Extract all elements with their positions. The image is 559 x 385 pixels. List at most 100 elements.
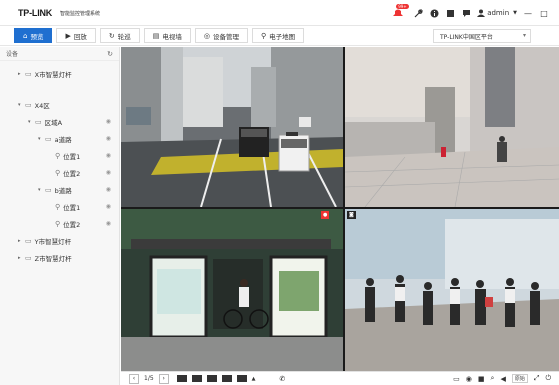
video-toolbar: ‹ 1/5 › ▲ ✆ ▭ ◉ ■ ⌕ ◀ 原始 ⤢ ⏻ [121,371,559,385]
tree-node[interactable]: ▸ ▭ Z市智慧灯杆 [0,249,119,266]
nav-tab-2[interactable]: ↻ 轮巡 [99,28,140,43]
info-icon[interactable] [429,8,439,18]
video-cell-4[interactable] [345,209,559,371]
layout-4-icon[interactable] [191,375,202,382]
top-header: TP-LINK 智能监控管理系统 99+ admin ▼ — □ [0,0,559,26]
user-menu[interactable]: admin ▼ [477,9,517,17]
header-icons: 99+ admin ▼ — □ [391,4,549,21]
tree-node[interactable]: ⚲ 位置1 ◉ [0,198,119,215]
tv-wall-icon: ▤ [152,31,160,40]
video-cell-2[interactable] [345,47,559,207]
playback-icon: ▶ [65,31,71,40]
nav-tab-label: 设备管理 [212,32,239,41]
tree-node-label: b道路 [54,186,72,195]
message-icon[interactable] [461,8,471,18]
rec-indicator: ● [321,211,330,219]
folder-icon: ▭ [35,117,42,126]
location-pin-icon: ⚲ [55,202,61,211]
chevron-right-icon[interactable]: ▸ [18,71,25,77]
chevron-down-icon[interactable]: ▾ [18,102,25,108]
layout-9-icon[interactable] [221,375,232,382]
eye-icon[interactable]: ◉ [106,135,111,142]
fullscreen-icon[interactable]: ⤢ [534,373,540,385]
tree-node[interactable]: ▾ ▭ 区域A ◉ [0,113,119,130]
sidebar-header: 设备 ↻ [0,47,119,61]
eye-icon[interactable]: ◉ [106,203,111,210]
prev-page-button[interactable]: ‹ [129,373,139,384]
tree-node-label: a道路 [54,135,72,144]
tree-node[interactable]: ▾ ▭ X4区 [0,96,119,113]
eye-icon[interactable]: ◉ [106,118,111,125]
tree-node[interactable]: ▾ ▭ a道路 ◉ [0,130,119,147]
folder-icon: ▭ [45,134,52,143]
layout-1-icon[interactable] [176,375,187,382]
volume-icon[interactable]: ◀ [500,373,505,385]
ratio-button[interactable]: 原始 [511,374,528,383]
camera-indicator: ◙ [347,211,356,219]
eye-icon[interactable]: ◉ [106,169,111,176]
menu-icon[interactable] [445,8,455,18]
location-pin-icon: ⚲ [55,168,61,177]
tree-node[interactable]: ▾ ▭ b道路 ◉ [0,181,119,198]
chevron-down-icon[interactable]: ▾ [38,187,45,193]
nav-tab-3[interactable]: ▤ 电视墙 [143,28,191,43]
tree-node[interactable]: ⚲ 位置1 ◉ [0,147,119,164]
app-subtitle: 智能监控管理系统 [60,11,101,17]
folder-icon: ▭ [45,185,52,194]
minimize-icon[interactable]: — [523,8,533,18]
nav-tab-5[interactable]: ⚲ 电子地图 [251,28,305,43]
tree-node[interactable]: ⚲ 位置2 ◉ [0,164,119,181]
tree-node-label: Y市智慧灯杆 [34,237,72,246]
eye-icon[interactable]: ◉ [106,186,111,193]
chevron-down-icon[interactable]: ▾ [28,119,35,125]
zoom-icon[interactable]: ⌕ [491,373,495,385]
video-cell-3[interactable] [121,209,343,371]
record-icon[interactable]: ■ [478,373,485,385]
location-pin-icon: ⚲ [55,219,61,228]
chevron-down-icon: ▾ [522,32,526,39]
nav-tab-4[interactable]: ◎ 设备管理 [194,28,248,43]
sidebar-title: 设备 [6,51,19,58]
user-icon [477,9,486,17]
snapshot-icon[interactable]: ▭ [453,373,460,385]
wrench-icon[interactable] [413,8,423,18]
tree-node[interactable]: ⚲ 位置2 ◉ [0,215,119,232]
platform-select[interactable]: TP-LINK中国区平台 ▾ [433,29,531,43]
home-icon: ⌂ [23,31,28,40]
nav-tab-label: 预览 [30,32,44,41]
camera-icon[interactable]: ◉ [466,373,472,385]
location-pin-icon: ⚲ [55,151,61,160]
tree-node-label: X4区 [34,101,50,110]
device-sidebar: 设备 ↻ ▸ ▭ X市智慧灯杆 ▾ ▭ X4区 ▾ ▭ 区域A ◉ ▾ ▭ a道路 ◉ ⚲ 位置1 ◉ ⚲ 位置2 ◉… [0,47,120,385]
nav-tab-0[interactable]: ⌂ 预览 [14,28,53,43]
tree-node[interactable]: ▸ ▭ Y市智慧灯杆 [0,232,119,249]
folder-icon: ▭ [25,253,32,262]
refresh-icon[interactable]: ↻ [107,50,113,58]
chevron-down-icon[interactable]: ▾ [38,136,45,142]
maximize-icon[interactable]: □ [539,8,549,18]
eye-icon[interactable]: ◉ [106,220,111,227]
chevron-right-icon[interactable]: ▸ [18,238,25,244]
map-pin-icon: ⚲ [260,31,267,40]
nav-tab-label: 回放 [73,32,87,41]
video-cell-1[interactable] [121,47,343,207]
layout-caret[interactable]: ▲ [252,376,256,382]
tree-node[interactable]: ▸ ▭ X市智慧灯杆 [0,65,119,82]
layout-16-icon[interactable] [236,375,247,382]
nav-tabs: ⌂ 预览 ▶ 回放 ↻ 轮巡 ▤ 电视墙 ◎ 设备管理 ⚲ 电子地图 [14,28,308,43]
app-logo: TP-LINK [18,8,53,18]
nav-tab-label: 电子地图 [269,32,296,41]
eye-icon[interactable]: ◉ [106,152,111,159]
tree-node-label: 位置2 [63,169,81,178]
grid-divider [343,47,345,371]
nav-tab-1[interactable]: ▶ 回放 [56,28,96,43]
phone-icon[interactable]: ✆ [280,373,286,385]
chevron-right-icon[interactable]: ▸ [18,255,25,261]
tree-node-label: Z市智慧灯杆 [34,254,72,263]
layout-6-icon[interactable] [206,375,217,382]
alarm-icon[interactable]: 99+ [391,4,409,19]
cycle-icon: ↻ [108,31,115,40]
next-page-button[interactable]: › [158,373,169,384]
power-icon[interactable]: ⏻ [545,373,551,385]
folder-icon: ▭ [25,100,32,109]
